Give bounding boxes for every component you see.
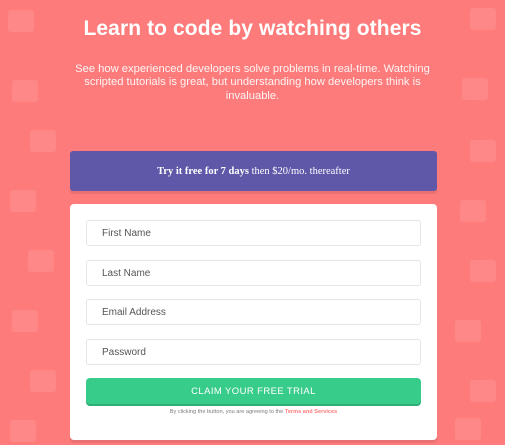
page-title: Learn to code by watching others xyxy=(83,17,422,40)
last-name-field[interactable] xyxy=(86,260,421,286)
offer-highlight: Try it free for 7 days xyxy=(157,165,249,177)
trial-offer-banner: Try it free for 7 days then $20/mo. ther… xyxy=(70,151,437,191)
offer-price: then $20/mo. thereafter xyxy=(251,165,350,177)
terms-notice: By clicking the button, you are agreeing… xyxy=(70,409,437,415)
terms-text: By clicking the button, you are agreeing… xyxy=(169,409,284,415)
terms-link[interactable]: Terms and Services xyxy=(285,409,337,415)
signup-form: CLAIM YOUR FREE TRIAL By clicking the bu… xyxy=(70,204,437,440)
first-name-field[interactable] xyxy=(86,220,421,246)
password-field[interactable] xyxy=(86,339,421,365)
email-field[interactable] xyxy=(86,299,421,325)
claim-free-trial-button[interactable]: CLAIM YOUR FREE TRIAL xyxy=(86,378,421,404)
hero-description: See how experienced developers solve pro… xyxy=(75,63,430,102)
